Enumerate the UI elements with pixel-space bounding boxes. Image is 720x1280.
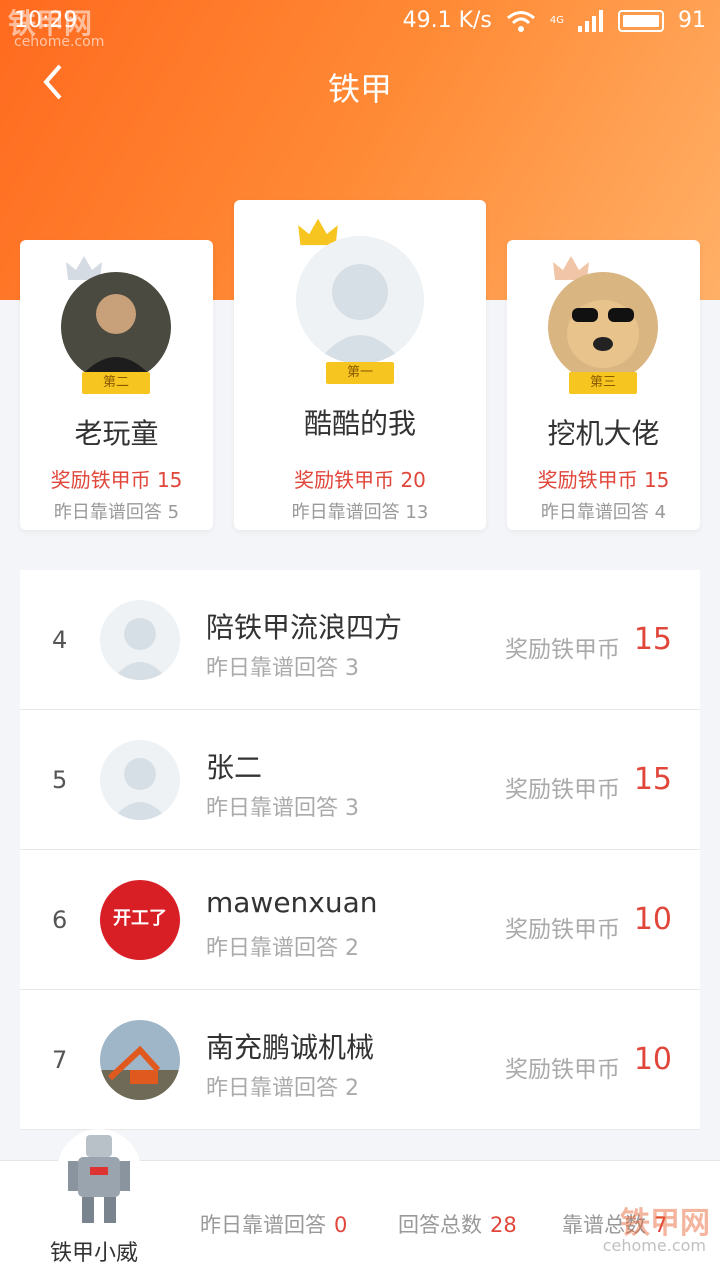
reward-label: 奖励铁甲币 bbox=[505, 637, 620, 663]
avatar-placeholder bbox=[100, 600, 180, 680]
reward-text: 奖励铁甲币 15 bbox=[50, 468, 183, 492]
user-name: 陪铁甲流浪四方 bbox=[206, 611, 403, 644]
status-bar: 铁甲网 cehome.com 10:29 49.1 K/s 4G 91 bbox=[0, 0, 720, 50]
user-name: 老玩童 bbox=[74, 417, 159, 450]
watermark-sub-bottom: cehome.com bbox=[602, 1236, 706, 1255]
rank-ribbon: 第二 bbox=[82, 372, 150, 394]
my-total-stat: 回答总数 28 bbox=[398, 1209, 517, 1239]
my-stats-bar: 铁甲小威 昨日靠谱回答 0 回答总数 28 靠谱总数 7 bbox=[0, 1129, 720, 1280]
my-name: 铁甲小威 bbox=[50, 1241, 139, 1266]
podium-second[interactable]: 第二 老玩童 奖励铁甲币 15 昨日靠谱回答 5 bbox=[20, 240, 213, 530]
stat-label: 回答总数 bbox=[398, 1213, 482, 1237]
battery-level: 91 bbox=[678, 8, 706, 33]
yesterday-answers: 昨日靠谱回答 3 bbox=[206, 656, 359, 681]
wifi-icon bbox=[506, 10, 535, 32]
reward-text: 奖励铁甲币 20 bbox=[294, 468, 426, 492]
podium-third[interactable]: 第三 挖机大佬 奖励铁甲币 15 昨日靠谱回答 4 bbox=[507, 240, 700, 530]
rank-number: 4 bbox=[52, 626, 68, 654]
user-name: mawenxuan bbox=[206, 886, 378, 919]
network-speed: 49.1 K/s bbox=[402, 8, 492, 33]
reward-label: 奖励铁甲币 bbox=[505, 1057, 620, 1083]
list-item[interactable]: 5 张二 昨日靠谱回答 3 奖励铁甲币 15 bbox=[20, 710, 700, 850]
list-item[interactable]: 7 南充鹏诚机械 昨日靠谱回答 2 奖励铁甲币 10 bbox=[20, 990, 700, 1130]
reward-value: 15 bbox=[633, 622, 672, 657]
reward-value: 10 bbox=[633, 1042, 672, 1077]
reward-label: 奖励铁甲币 bbox=[505, 777, 620, 803]
watermark-sub: cehome.com bbox=[14, 34, 105, 50]
battery-icon bbox=[618, 9, 664, 32]
list-item[interactable]: 6 开工了 mawenxuan 昨日靠谱回答 2 奖励铁甲币 10 bbox=[20, 850, 700, 990]
network-type: 4G bbox=[549, 15, 564, 26]
yesterday-answers: 昨日靠谱回答 4 bbox=[540, 502, 667, 523]
ranking-list: 4 陪铁甲流浪四方 昨日靠谱回答 3 奖励铁甲币 15 5 张二 昨日靠谱回答 … bbox=[20, 570, 700, 1130]
avatar bbox=[548, 272, 658, 382]
avatar bbox=[61, 272, 171, 382]
yesterday-answers: 昨日靠谱回答 3 bbox=[206, 796, 359, 821]
my-yesterday-stat: 昨日靠谱回答 0 bbox=[200, 1209, 347, 1239]
avatar-placeholder bbox=[100, 740, 180, 820]
rank-number: 7 bbox=[52, 1046, 68, 1074]
signal-icon bbox=[578, 9, 603, 32]
avatar bbox=[100, 1020, 180, 1100]
yesterday-answers: 昨日靠谱回答 5 bbox=[53, 502, 180, 523]
user-name: 南充鹏诚机械 bbox=[206, 1031, 375, 1064]
reward-label: 奖励铁甲币 bbox=[505, 917, 620, 943]
yesterday-answers: 昨日靠谱回答 2 bbox=[206, 1076, 359, 1101]
list-item[interactable]: 4 陪铁甲流浪四方 昨日靠谱回答 3 奖励铁甲币 15 bbox=[20, 570, 700, 710]
yesterday-answers: 昨日靠谱回答 13 bbox=[291, 502, 429, 523]
rank-number: 5 bbox=[52, 766, 68, 794]
reward-text: 奖励铁甲币 15 bbox=[537, 468, 670, 492]
yesterday-answers: 昨日靠谱回答 2 bbox=[206, 936, 359, 961]
avatar: 开工了 bbox=[100, 880, 180, 960]
logo-text: 开工了 bbox=[113, 908, 167, 929]
user-name: 张二 bbox=[206, 751, 263, 784]
stat-value: 0 bbox=[334, 1213, 348, 1237]
stat-value: 28 bbox=[490, 1213, 517, 1237]
reward-value: 15 bbox=[633, 762, 672, 797]
page-title: 铁甲 bbox=[327, 70, 392, 108]
rank-ribbon: 第三 bbox=[569, 372, 637, 394]
user-name: 酷酷的我 bbox=[303, 407, 416, 440]
rank-ribbon: 第一 bbox=[326, 362, 394, 384]
stat-label: 昨日靠谱回答 bbox=[200, 1213, 326, 1237]
user-name: 挖机大佬 bbox=[547, 417, 660, 450]
status-time: 10:29 bbox=[14, 8, 78, 33]
reward-value: 10 bbox=[633, 902, 672, 937]
rank-number: 6 bbox=[52, 906, 68, 934]
podium-first[interactable]: 第一 酷酷的我 奖励铁甲币 20 昨日靠谱回答 13 bbox=[234, 200, 486, 530]
robot-avatar bbox=[54, 1123, 144, 1233]
avatar-placeholder bbox=[296, 236, 424, 364]
